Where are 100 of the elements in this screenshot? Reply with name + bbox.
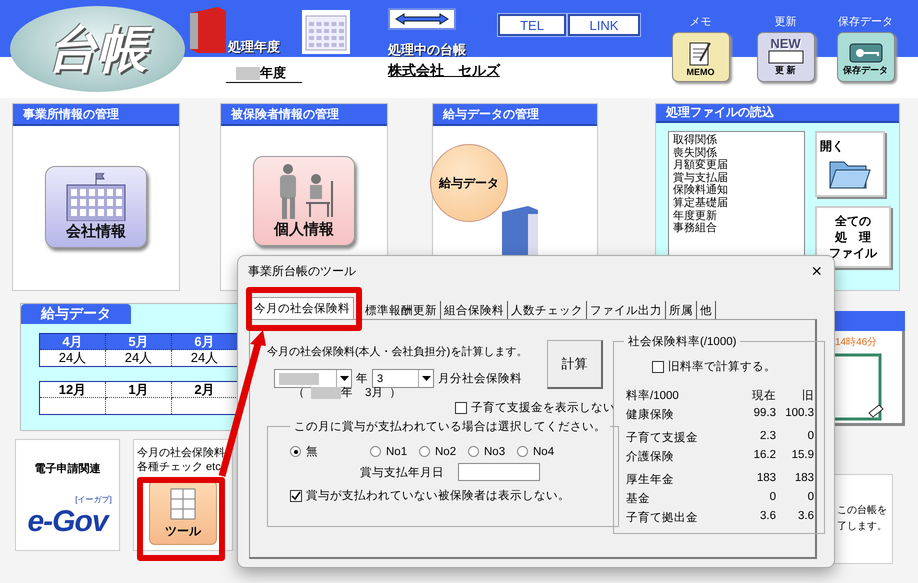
rate-name: 基金	[626, 492, 651, 506]
app-logo: 台帳	[10, 6, 185, 92]
radio-option[interactable]: No1	[370, 446, 419, 458]
file-list-item[interactable]: 保険料通知	[673, 184, 800, 197]
month-select[interactable]: 3	[372, 369, 434, 388]
count-cell: 24人	[40, 350, 106, 366]
memo-button[interactable]: MEMO	[672, 32, 730, 82]
dialog-tab[interactable]: 他	[697, 301, 716, 319]
fiscal-year-label: 処理年度	[228, 38, 280, 56]
month-cell: 1月	[106, 382, 172, 398]
logo-caption: [イーガブ]	[75, 494, 112, 505]
open-button[interactable]: 開く	[815, 131, 885, 197]
radio-option[interactable]: 無	[290, 444, 352, 459]
radio-option[interactable]: No3	[468, 446, 517, 458]
radio-button[interactable]	[468, 446, 479, 457]
tool-label: 保存データ	[838, 15, 893, 30]
rate-value: 0	[806, 430, 814, 444]
dialog-tab[interactable]: 所属	[666, 301, 697, 319]
tool-label: メモ	[690, 15, 712, 30]
checkbox[interactable]	[652, 360, 664, 372]
tool-label: 更新	[774, 14, 796, 30]
file-list-item[interactable]: 年度更新	[673, 210, 800, 222]
current-ledger-label: 処理中の台帳	[388, 41, 467, 59]
checkbox-label: 旧料率で計算する。	[668, 359, 776, 374]
intro-text: 今月の社会保険料(本人・会社負担分)を計算します。	[267, 344, 528, 359]
column-header: 現在	[751, 388, 776, 403]
link-button[interactable]: TEL	[498, 14, 566, 36]
update-button[interactable]: NEW 更 新	[756, 32, 814, 82]
panel-header: 事業所情報の管理	[13, 104, 179, 126]
switch-button[interactable]	[388, 8, 456, 30]
paren-open: （	[293, 386, 305, 400]
all-files-button[interactable]: 全ての 処 理 ファイル	[815, 206, 891, 268]
exit-text: 了します。	[837, 520, 888, 534]
save-button[interactable]: 保存データ	[836, 32, 894, 82]
rate-value: 100.3	[784, 407, 814, 421]
time-text: 14時46分	[835, 336, 878, 349]
group-title: 社会保険料率(/1000)	[627, 334, 738, 349]
file-list-item[interactable]: 算定基礎届	[673, 196, 800, 210]
date-field[interactable]	[458, 463, 540, 481]
personal-info-button[interactable]: 個人情報	[253, 156, 355, 246]
group-title: この月に賞与が支払われている場合は選択してください。	[293, 420, 607, 434]
salary-data-button[interactable]: 給与データ	[430, 144, 508, 222]
binder-icon	[188, 7, 228, 53]
checkbox-label: 賞与が支払われていない被保険者は表示しない。	[306, 488, 570, 503]
rate-value: 15.9	[790, 449, 814, 463]
dialog-tab[interactable]: 人数チェック	[508, 301, 587, 319]
dialog-tab[interactable]: 組合保険料	[441, 301, 508, 319]
panel-header: 被保険者情報の管理	[221, 104, 387, 126]
radio-button[interactable]	[419, 446, 430, 457]
dialog-tab[interactable]: ファイル出力	[587, 301, 666, 319]
egov-logo[interactable]: e-Gov	[27, 505, 108, 539]
dialog-tab[interactable]: 今月の社会保険料	[250, 297, 354, 319]
rate-name: 子育て拠出金	[626, 510, 699, 525]
company-info-button[interactable]: 会社情報	[45, 166, 147, 248]
count-cell: 24人	[106, 350, 172, 366]
column-header: 料率/1000	[626, 388, 680, 403]
rate-value: 99.3	[752, 407, 776, 421]
month-unit: 月分社会保険料	[438, 372, 522, 386]
dialog-tab[interactable]: 標準報酬更新	[362, 301, 441, 319]
file-list-item[interactable]: 賞与支払届	[673, 172, 800, 184]
rate-name: 子育て支援金	[626, 430, 699, 445]
radio-button[interactable]	[290, 446, 301, 457]
rate-value: 183	[756, 472, 776, 486]
tools-button[interactable]: ツール	[149, 480, 217, 545]
dialog-title: 事業所台帳のツール	[248, 262, 356, 280]
rate-name: 健康保険	[626, 407, 675, 422]
checkbox[interactable]	[455, 402, 467, 414]
radio-option[interactable]: No2	[419, 446, 468, 458]
link-button[interactable]: LINK	[568, 14, 640, 36]
period-text: 年 3月	[341, 386, 384, 400]
year-select[interactable]	[274, 369, 352, 388]
radio-button[interactable]	[517, 446, 528, 457]
month-cell: 6月	[172, 334, 238, 350]
rate-value: 16.2	[752, 449, 776, 463]
month-cell: 2月	[172, 382, 238, 398]
exit-text: この台帳を	[837, 504, 888, 518]
file-list-item[interactable]: 喪失関係	[673, 146, 800, 160]
file-list-item[interactable]: 月額変更届	[673, 159, 800, 172]
rate-name: 介護保険	[626, 450, 675, 464]
year-unit: 年	[356, 372, 368, 386]
panel-caption: 今月の社会保険料 各種チェック etc	[137, 446, 225, 474]
month-cell: 5月	[106, 334, 172, 350]
file-list-item[interactable]: 事務組合	[673, 222, 800, 235]
month-cell: 12月	[40, 382, 106, 398]
file-list-item[interactable]: 取得関係	[673, 134, 800, 147]
panel-header: 給与データの管理	[433, 104, 597, 126]
checkbox[interactable]	[290, 490, 302, 502]
radio-button[interactable]	[370, 446, 381, 457]
rate-value: 2.3	[759, 430, 776, 444]
company-name: 株式会社 セルズ	[388, 62, 500, 80]
rate-value: 0	[806, 491, 814, 505]
screen-icon	[768, 50, 804, 64]
rate-value: 0	[768, 491, 776, 505]
caret-icon	[422, 376, 430, 381]
paren-close: ）	[389, 386, 402, 400]
rate-value: 3.6	[797, 510, 814, 524]
month-cell: 4月	[40, 334, 106, 350]
radio-option[interactable]: No4	[517, 446, 566, 458]
caret-icon	[340, 376, 348, 381]
calculate-button[interactable]: 計算	[547, 340, 603, 389]
